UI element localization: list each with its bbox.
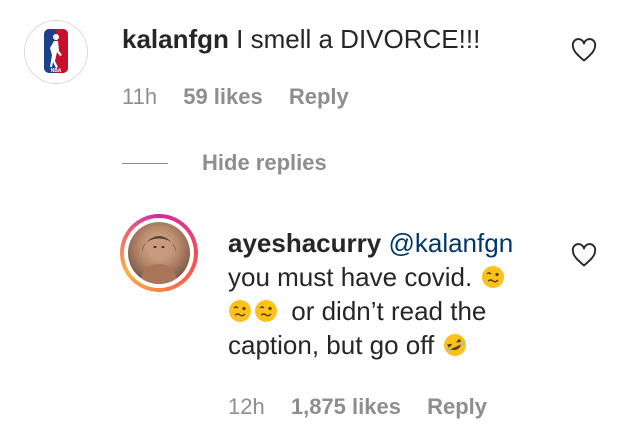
reply-button[interactable]: Reply bbox=[427, 394, 487, 420]
hide-replies-button[interactable]: Hide replies bbox=[122, 148, 327, 178]
svg-text:NBA: NBA bbox=[51, 68, 62, 74]
comment-username[interactable]: kalanfgn bbox=[122, 24, 229, 54]
reply-line-2: you must have covid. bbox=[228, 260, 558, 294]
reply-likes[interactable]: 1,875 likes bbox=[291, 394, 401, 420]
reply-mention[interactable]: @kalanfgn bbox=[388, 228, 513, 258]
reply-meta: 12h 1,875 likes Reply bbox=[228, 394, 487, 420]
profile-photo-icon bbox=[140, 234, 178, 284]
hide-replies-label: Hide replies bbox=[202, 150, 327, 175]
reply-button[interactable]: Reply bbox=[289, 84, 349, 110]
nba-logo-icon: NBA bbox=[44, 29, 68, 74]
reply-text-2: or didn’t read the bbox=[291, 296, 487, 326]
reply-avatar[interactable] bbox=[120, 214, 198, 292]
comment-meta: 11h 59 likes Reply bbox=[122, 84, 349, 110]
comment-body: kalanfgn I smell a DIVORCE!!! bbox=[122, 22, 480, 56]
divider-line bbox=[122, 162, 168, 164]
reply-time[interactable]: 12h bbox=[228, 394, 265, 420]
comment-text: I smell a DIVORCE!!! bbox=[236, 24, 481, 54]
reply-line-1: ayeshacurry @kalanfgn bbox=[228, 226, 558, 260]
woozy-face-icon bbox=[255, 300, 277, 322]
heart-icon[interactable] bbox=[569, 36, 599, 64]
avatar-photo bbox=[128, 222, 190, 284]
woozy-face-icon bbox=[229, 300, 251, 322]
reply-body: ayeshacurry @kalanfgn you must have covi… bbox=[228, 226, 558, 362]
woozy-face-icon bbox=[482, 266, 505, 288]
commenter-avatar[interactable]: NBA bbox=[24, 20, 88, 84]
reply-text-3: caption, but go off bbox=[228, 330, 435, 360]
comment-likes[interactable]: 59 likes bbox=[183, 84, 263, 110]
avatar-ring-gap bbox=[124, 218, 194, 288]
reply-text-1: you must have covid. bbox=[228, 262, 473, 292]
rolling-on-floor-laughing-icon bbox=[444, 334, 467, 356]
reply-line-4: caption, but go off bbox=[228, 328, 558, 362]
reply-username[interactable]: ayeshacurry bbox=[228, 228, 381, 258]
reply-line-3: or didn’t read the bbox=[228, 294, 558, 328]
comment-time[interactable]: 11h bbox=[122, 84, 157, 110]
heart-icon[interactable] bbox=[569, 241, 599, 269]
